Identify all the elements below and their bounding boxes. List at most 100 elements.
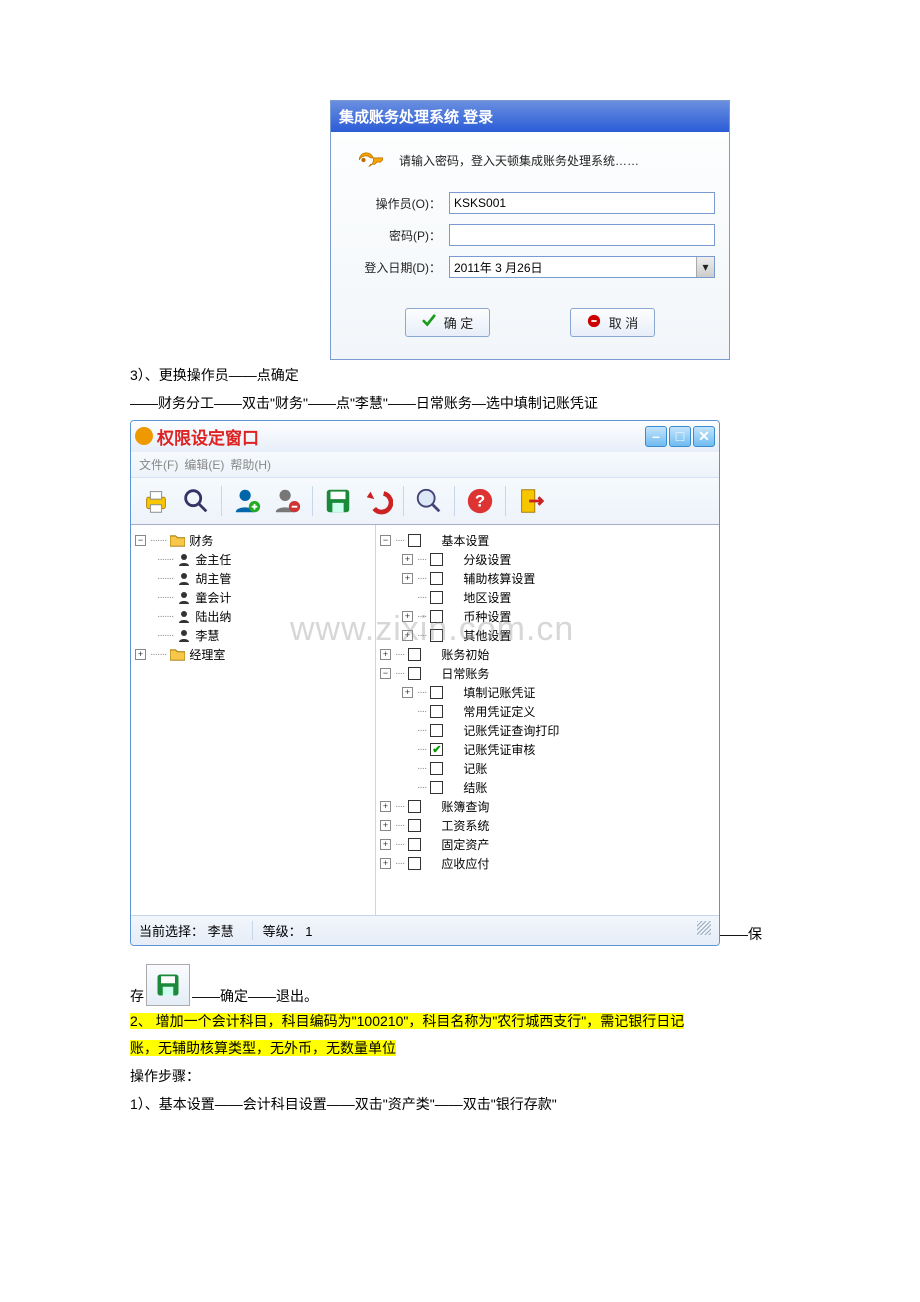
para-step-1: 1）、基本设置——会计科目设置——双击"资产类"——双击"银行存款" <box>130 1093 790 1117</box>
expander-icon[interactable]: + <box>380 858 391 869</box>
tree-person[interactable]: 童会计 <box>195 589 231 606</box>
checkbox[interactable] <box>408 857 421 870</box>
checkbox[interactable] <box>408 819 421 832</box>
person-icon <box>177 629 191 642</box>
person-icon <box>177 572 191 585</box>
password-input[interactable] <box>449 224 715 246</box>
minimize-button[interactable]: – <box>645 426 667 447</box>
checkbox[interactable] <box>430 610 443 623</box>
expander-icon[interactable]: + <box>380 820 391 831</box>
maximize-button[interactable]: □ <box>669 426 691 447</box>
expander-icon[interactable]: + <box>402 687 413 698</box>
tree-acct-init[interactable]: 账务初始 <box>441 646 489 663</box>
checkbox-checked[interactable]: ✔ <box>430 743 443 756</box>
maximize-icon: □ <box>676 428 684 444</box>
tree-item[interactable]: 地区设置 <box>463 589 511 606</box>
menu-help[interactable]: 帮助(H) <box>230 456 271 473</box>
close-button[interactable]: ✕ <box>693 426 715 447</box>
menu-file[interactable]: 文件(F) <box>139 456 178 473</box>
checkbox[interactable] <box>430 762 443 775</box>
person-icon <box>177 553 191 566</box>
tree-basic[interactable]: 基本设置 <box>441 532 489 549</box>
expander-icon[interactable]: − <box>380 535 391 546</box>
tree-arap[interactable]: 应收应付 <box>441 855 489 872</box>
toolbar-print-icon[interactable] <box>139 484 173 518</box>
checkbox[interactable] <box>430 686 443 699</box>
checkbox[interactable] <box>430 724 443 737</box>
expander-icon[interactable]: + <box>380 839 391 850</box>
tree-finance[interactable]: 财务 <box>189 532 213 549</box>
toolbar-zoom-icon[interactable] <box>412 484 446 518</box>
checkbox[interactable] <box>430 553 443 566</box>
toolbar-undo-icon[interactable] <box>361 484 395 518</box>
tree-daily[interactable]: 日常账务 <box>441 665 489 682</box>
ok-button[interactable]: 确 定 <box>405 308 491 337</box>
operator-input[interactable] <box>449 192 715 214</box>
person-icon <box>177 591 191 604</box>
save-toolbar-button[interactable] <box>146 964 190 1006</box>
tree-item[interactable]: 分级设置 <box>463 551 511 568</box>
tree-manager-office[interactable]: 经理室 <box>189 646 225 663</box>
dropdown-button[interactable]: ▾ <box>696 257 714 277</box>
expander-icon[interactable]: + <box>380 649 391 660</box>
save-icon <box>151 969 185 1001</box>
toolbar-exit-icon[interactable] <box>514 484 548 518</box>
tree-item[interactable]: 辅助核算设置 <box>463 570 535 587</box>
highlight-line-1: 2、 增加一个会计科目，科目编码为"100210"，科目名称为"农行城西支行"，… <box>130 1013 684 1029</box>
toolbar-save-icon[interactable] <box>321 484 355 518</box>
expander-icon[interactable]: + <box>135 649 146 660</box>
tree-item[interactable]: 记账凭证审核 <box>463 741 535 758</box>
expander-icon[interactable]: + <box>402 573 413 584</box>
toolbar-help-icon[interactable]: ? <box>463 484 497 518</box>
tree-fixed-assets[interactable]: 固定资产 <box>441 836 489 853</box>
checkbox[interactable] <box>430 781 443 794</box>
password-label: 密码(P)： <box>345 227 441 244</box>
key-icon <box>355 148 389 172</box>
highlight-line-2: 账，无辅助核算类型，无外币，无数量单位 <box>130 1040 396 1056</box>
right-tree-panel: −····基本设置 +····分级设置 +····辅助核算设置 ····地区设置… <box>376 525 719 915</box>
expander-icon[interactable]: − <box>135 535 146 546</box>
tree-person[interactable]: 陆出纳 <box>195 608 231 625</box>
tree-person[interactable]: 胡主管 <box>195 570 231 587</box>
tree-item[interactable]: 常用凭证定义 <box>463 703 535 720</box>
tree-item[interactable]: 币种设置 <box>463 608 511 625</box>
resize-grip-icon[interactable] <box>697 921 711 935</box>
tree-item[interactable]: 填制记账凭证 <box>463 684 535 701</box>
tree-book-query[interactable]: 账簿查询 <box>441 798 489 815</box>
tree-person[interactable]: 李慧 <box>195 627 219 644</box>
checkbox[interactable] <box>430 705 443 718</box>
cancel-button[interactable]: 取 消 <box>570 308 656 337</box>
checkbox[interactable] <box>430 591 443 604</box>
expander-icon[interactable]: + <box>402 554 413 565</box>
expander-icon[interactable]: − <box>380 668 391 679</box>
para-save-prefix: 存 <box>130 986 144 1006</box>
tree-item[interactable]: 记账凭证查询打印 <box>463 722 559 739</box>
para-3-1: 3）、更换操作员——点确定 <box>130 364 790 388</box>
cancel-label: 取 消 <box>609 313 639 332</box>
expander-icon[interactable]: + <box>402 611 413 622</box>
permission-title: 权限设定窗口 <box>157 424 645 449</box>
toolbar-search-icon[interactable] <box>179 484 213 518</box>
checkbox[interactable] <box>408 534 421 547</box>
svg-text:?: ? <box>475 491 485 510</box>
checkbox[interactable] <box>408 800 421 813</box>
expander-icon[interactable]: + <box>402 630 413 641</box>
toolbar-user-remove-icon[interactable] <box>270 484 304 518</box>
checkbox[interactable] <box>408 648 421 661</box>
toolbar-user-add-icon[interactable] <box>230 484 264 518</box>
para-steps-label: 操作步骤： <box>130 1065 790 1089</box>
checkbox[interactable] <box>430 629 443 642</box>
login-date-field[interactable]: ▾ <box>449 256 715 278</box>
tree-payroll[interactable]: 工资系统 <box>441 817 489 834</box>
checkbox[interactable] <box>408 667 421 680</box>
tree-item[interactable]: 结账 <box>463 779 487 796</box>
permission-toolbar: ? <box>131 478 719 525</box>
checkbox[interactable] <box>430 572 443 585</box>
expander-icon[interactable]: + <box>380 801 391 812</box>
tree-item[interactable]: 其他设置 <box>463 627 511 644</box>
login-date-input[interactable] <box>450 257 696 277</box>
tree-person[interactable]: 金主任 <box>195 551 231 568</box>
tree-item[interactable]: 记账 <box>463 760 487 777</box>
menu-edit[interactable]: 编辑(E) <box>184 456 224 473</box>
checkbox[interactable] <box>408 838 421 851</box>
